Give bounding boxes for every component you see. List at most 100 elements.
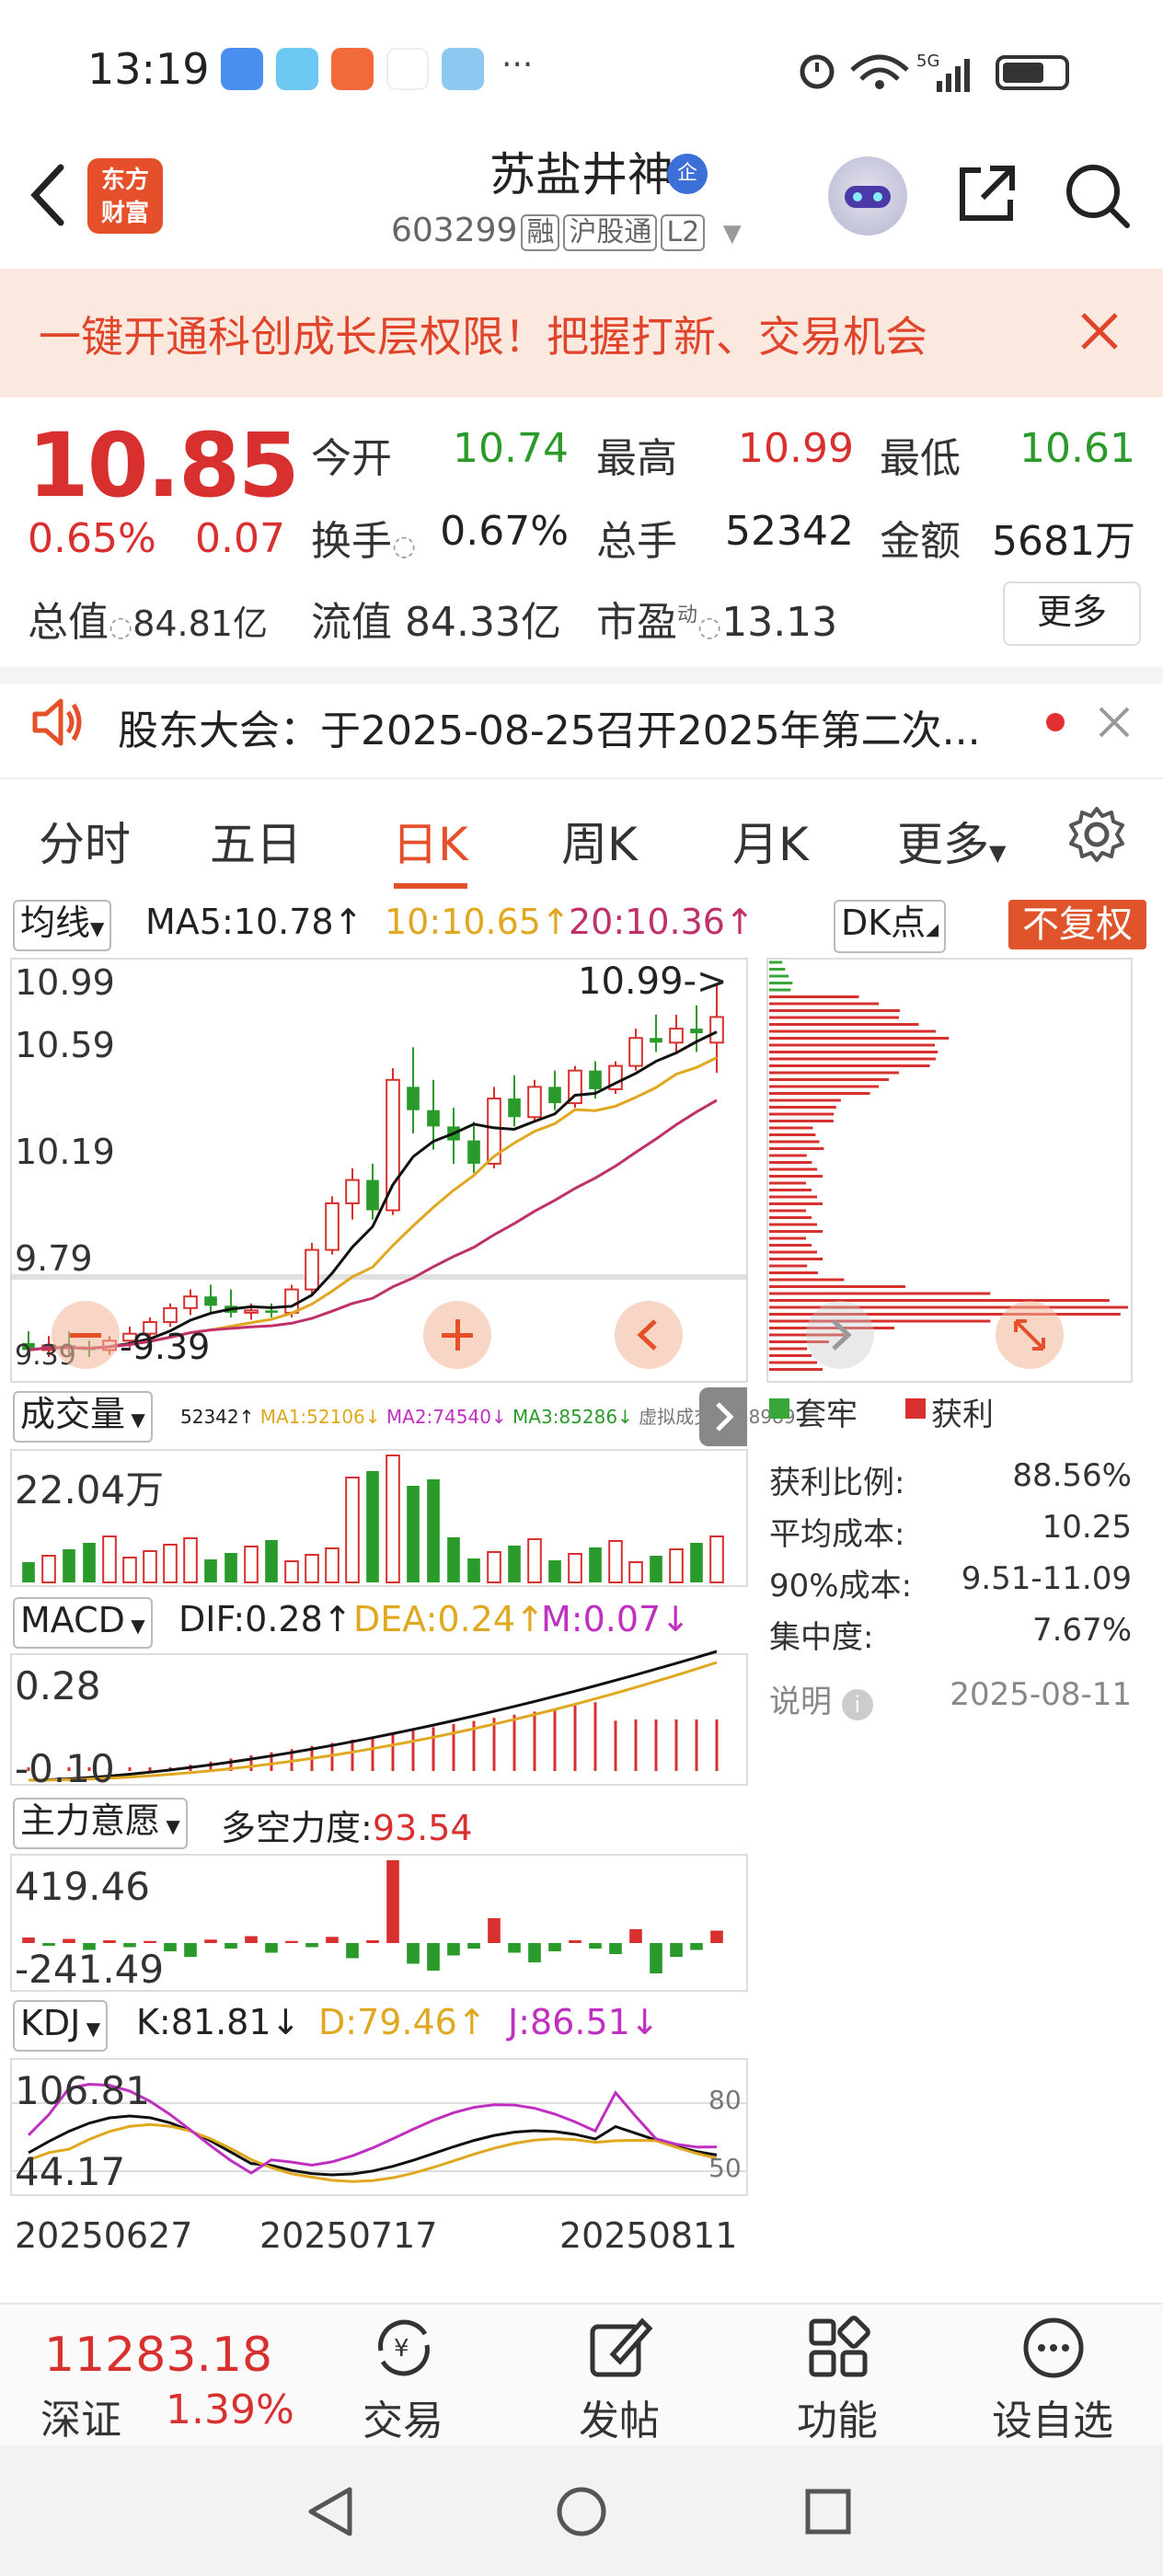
zoom-in-button[interactable]	[423, 1301, 491, 1369]
force-bar	[326, 1937, 339, 1943]
legend-trapped: 套牢	[795, 1397, 858, 1433]
volume-bar	[83, 1543, 96, 1582]
last-price: 10.85	[28, 414, 300, 517]
nav-add-watchlist[interactable]: 设自选	[961, 2387, 1145, 2446]
system-recents-icon[interactable]	[800, 2484, 856, 2539]
index-name[interactable]: 深证	[40, 2386, 121, 2445]
force-bar	[447, 1943, 460, 1956]
kdj-select[interactable]: KDJ ▼	[13, 2000, 109, 2052]
d-value: D:79.46↑	[318, 2002, 487, 2042]
legend-swatch-trapped	[769, 1398, 789, 1419]
kdj-ref-80: 80	[708, 2085, 742, 2115]
candle-body	[508, 1098, 521, 1118]
candle-body	[589, 1070, 602, 1089]
chip-date: 2025-08-11	[950, 1676, 1132, 1713]
fullscreen-button[interactable]	[996, 1301, 1064, 1369]
tab-more[interactable]: 更多▼	[897, 808, 1006, 874]
volume-bar	[183, 1537, 198, 1583]
volume-bar	[122, 1557, 137, 1583]
grid-icon[interactable]	[804, 2314, 872, 2382]
nav-trade[interactable]: 交易	[311, 2387, 495, 2446]
active-tab-indicator	[394, 883, 467, 889]
more-icon[interactable]	[1019, 2314, 1088, 2382]
note-link[interactable]: 说明 i	[769, 1676, 873, 1721]
force-bar	[22, 1938, 35, 1943]
force-bar	[42, 1943, 55, 1946]
candle-body	[204, 1296, 217, 1306]
volume-select[interactable]: 成交量 ▼	[13, 1391, 153, 1443]
svg-text:5G: 5G	[916, 52, 939, 71]
cost90-value: 9.51-11.09	[961, 1560, 1132, 1597]
share-icon[interactable]	[953, 161, 1019, 227]
turnover-label: 换手◌	[311, 518, 417, 565]
stock-code-row[interactable]: 603299 融沪股通 L2 ▼	[391, 212, 742, 251]
tab-weekly-k[interactable]: 周K	[561, 808, 638, 874]
promo-banner-text[interactable]: 一键开通科创成长层权限！把握打新、交易机会	[39, 304, 927, 364]
close-icon[interactable]	[1072, 304, 1127, 359]
more-button[interactable]: 更多	[1003, 581, 1141, 646]
force-bar	[366, 1940, 379, 1943]
d-line	[28, 2122, 718, 2183]
force-bar	[265, 1943, 278, 1953]
candle-body	[163, 1306, 178, 1324]
trade-icon[interactable]: ¥	[370, 2314, 438, 2382]
expand-panel-button[interactable]	[699, 1387, 747, 1446]
ma10-value: 10:10.65↑	[385, 902, 570, 942]
force-bar	[184, 1943, 197, 1957]
candle-body	[265, 1310, 278, 1313]
no-adjust-button[interactable]: 不复权	[1008, 900, 1146, 949]
tab-daily-k[interactable]: 日K	[392, 808, 468, 874]
candle-body	[669, 1028, 684, 1044]
force-bar	[144, 1940, 156, 1943]
force-bar	[650, 1943, 662, 1973]
volume-bar	[709, 1535, 724, 1583]
macd-y-tick: 0.28	[15, 1663, 101, 1708]
candle-body	[325, 1202, 340, 1251]
ma-select[interactable]: 均线▼	[13, 900, 112, 951]
dk-select[interactable]: DK点◢	[834, 900, 947, 953]
concentration-value: 7.67%	[1031, 1612, 1132, 1649]
gear-icon[interactable]	[1067, 805, 1126, 864]
edit-icon[interactable]	[585, 2314, 653, 2382]
candle-body	[527, 1086, 542, 1119]
nav-functions[interactable]: 功能	[745, 2387, 929, 2446]
volume-bar	[41, 1555, 56, 1583]
macd-panel	[10, 1650, 748, 1786]
force-bar	[609, 1943, 622, 1954]
open-label: 今开	[311, 435, 392, 482]
divider	[0, 777, 1163, 779]
scroll-left-button[interactable]	[615, 1301, 683, 1369]
zoom-out-button[interactable]	[52, 1301, 120, 1369]
search-icon[interactable]	[1063, 161, 1132, 230]
index-value[interactable]: 11283.18	[44, 2328, 272, 2383]
force-bar	[569, 1940, 582, 1943]
kdj-y-tick: 106.81	[15, 2068, 150, 2113]
volume-bar	[284, 1560, 299, 1583]
system-back-icon[interactable]	[304, 2484, 359, 2539]
x-tick: 20250627	[15, 2215, 193, 2256]
margin-tag: 融	[521, 214, 560, 251]
main-force-select[interactable]: 主力意愿 ▼	[13, 1798, 188, 1849]
chevron-down-icon: ▼	[722, 220, 742, 247]
level2-tag: L2	[661, 214, 706, 251]
candle-body	[690, 1029, 703, 1034]
tab-monthly-k[interactable]: 月K	[732, 808, 809, 874]
tab-intraday[interactable]: 分时	[39, 808, 131, 874]
robot-avatar[interactable]	[828, 156, 907, 236]
notice-text[interactable]: 股东大会：于2025-08-25召开2025年第二次...	[118, 697, 1001, 756]
index-pct[interactable]: 1.39%	[166, 2386, 294, 2433]
system-home-icon[interactable]	[554, 2484, 609, 2539]
system-navigation-bar	[0, 2445, 1163, 2576]
close-icon[interactable]	[1093, 701, 1135, 743]
volume-y-tick: 22.04万	[15, 1467, 165, 1512]
volume-bar	[568, 1553, 582, 1583]
tab-five-day[interactable]: 五日	[210, 808, 302, 874]
volume-bar	[63, 1549, 75, 1582]
macd-m-value: M:0.07↓	[541, 1599, 691, 1639]
force-bar	[467, 1943, 480, 1949]
scroll-right-button[interactable]	[806, 1301, 874, 1369]
macd-select[interactable]: MACD ▼	[13, 1597, 153, 1649]
nav-post[interactable]: 发帖	[527, 2387, 711, 2446]
volume-bar	[548, 1560, 561, 1582]
j-value: J:86.51↓	[508, 2002, 660, 2042]
